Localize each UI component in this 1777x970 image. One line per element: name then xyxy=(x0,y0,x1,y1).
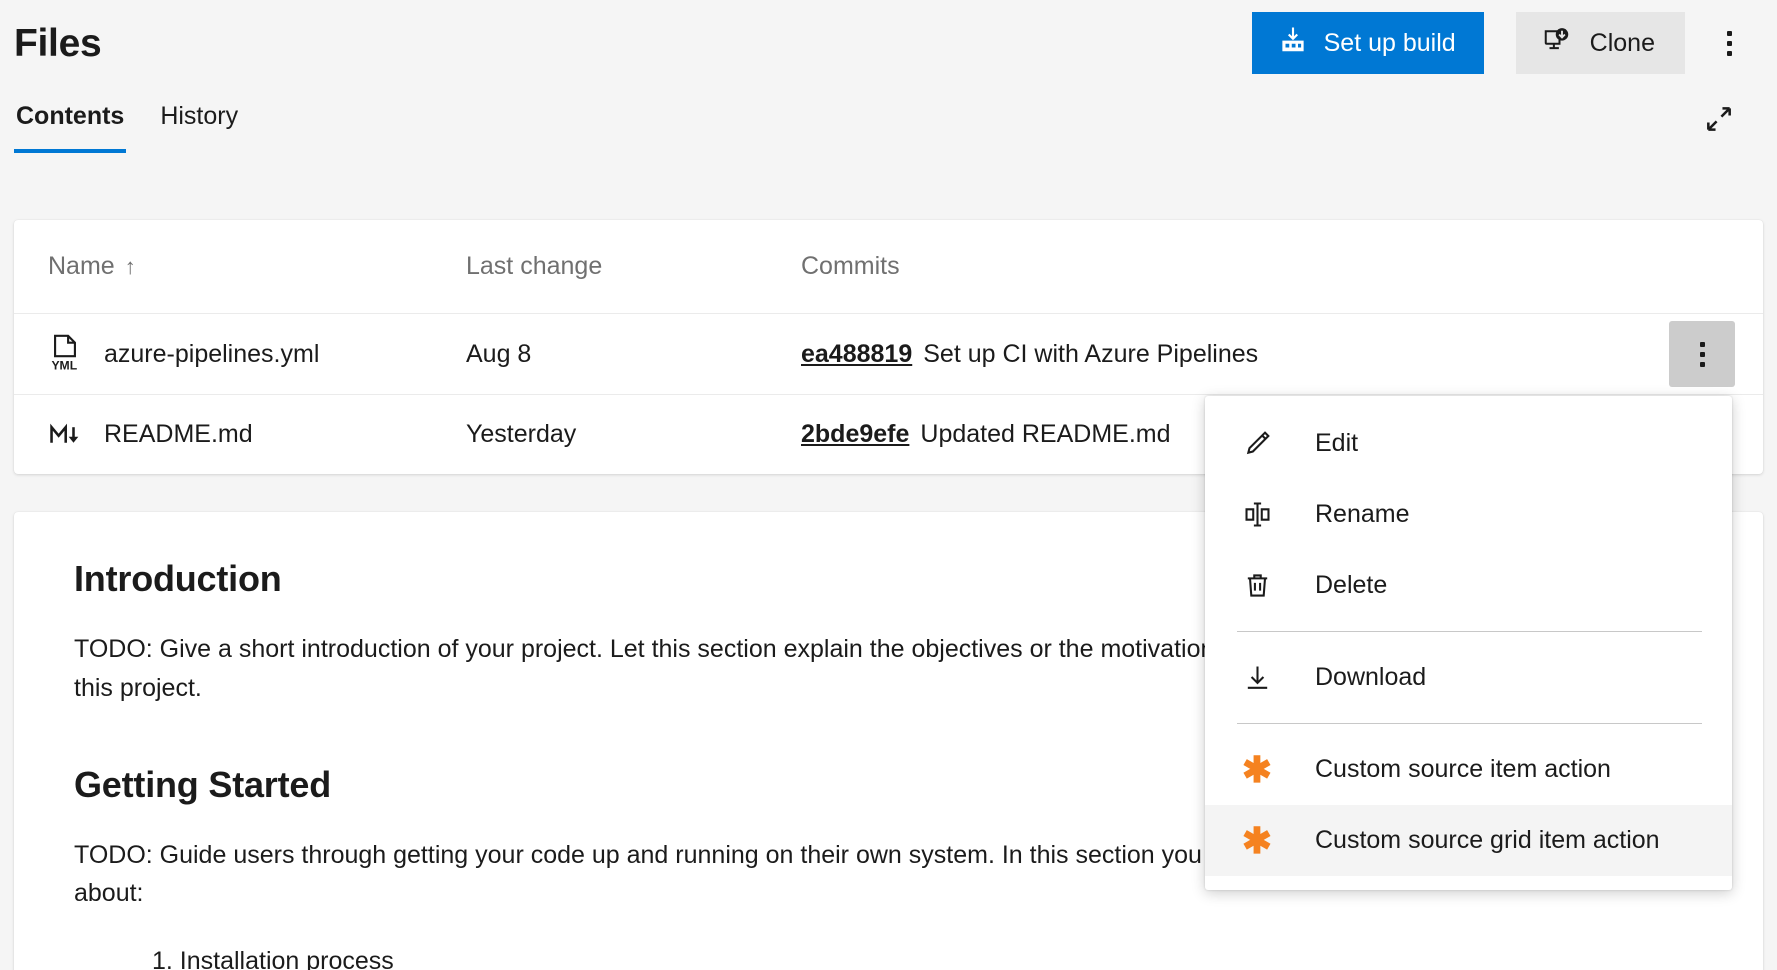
header-actions: Set up build Clone xyxy=(1252,12,1759,74)
tab-contents-label: Contents xyxy=(16,102,124,130)
page-header: Files Set up build xyxy=(0,0,1777,86)
markdown-file-icon xyxy=(48,415,82,455)
readme-ordered-list: 1. Installation process xyxy=(74,943,1703,970)
menu-item-download-label: Download xyxy=(1315,663,1426,692)
menu-item-delete-label: Delete xyxy=(1315,571,1387,600)
file-name-cell[interactable]: YML azure-pipelines.yml xyxy=(48,334,466,374)
column-header-commits[interactable]: Commits xyxy=(801,252,1729,281)
column-header-last-change[interactable]: Last change xyxy=(466,252,801,281)
commit-message: Updated README.md xyxy=(920,420,1170,449)
menu-item-edit[interactable]: Edit xyxy=(1205,408,1732,479)
file-commit-cell: ea488819 Set up CI with Azure Pipelines xyxy=(801,340,1729,369)
table-row[interactable]: YML azure-pipelines.yml Aug 8 ea488819 S… xyxy=(14,314,1763,394)
trash-icon xyxy=(1237,570,1277,601)
setup-build-label: Set up build xyxy=(1324,29,1456,58)
menu-item-custom-source-grid-item-action[interactable]: ✱ Custom source grid item action xyxy=(1205,805,1732,876)
file-name-label: README.md xyxy=(104,420,253,449)
tab-history[interactable]: History xyxy=(158,96,240,153)
header-more-actions-button[interactable] xyxy=(1703,14,1755,72)
menu-item-rename[interactable]: Rename xyxy=(1205,479,1732,550)
list-item: 1. Installation process xyxy=(152,943,1703,970)
column-header-last-change-label: Last change xyxy=(466,252,602,281)
menu-item-edit-label: Edit xyxy=(1315,429,1358,458)
readme-paragraph-getting-started: TODO: Guide users through getting your c… xyxy=(74,836,1314,914)
menu-item-download[interactable]: Download xyxy=(1205,642,1732,713)
sort-ascending-icon: ↑ xyxy=(125,256,136,278)
tabs-bar: Contents History xyxy=(0,86,1777,172)
asterisk-icon: ✱ xyxy=(1237,752,1277,788)
expand-view-button[interactable] xyxy=(1691,92,1747,148)
setup-build-button[interactable]: Set up build xyxy=(1252,12,1484,74)
download-arrow-icon xyxy=(1237,662,1277,693)
tab-contents[interactable]: Contents xyxy=(14,96,126,153)
column-header-name[interactable]: Name ↑ xyxy=(48,252,466,281)
commit-hash-link[interactable]: 2bde9efe xyxy=(801,420,909,449)
yml-file-icon: YML xyxy=(48,334,82,374)
commit-hash-link[interactable]: ea488819 xyxy=(801,340,912,369)
clone-label: Clone xyxy=(1590,29,1655,58)
expand-diagonal-icon xyxy=(1703,103,1735,138)
row-more-actions-button[interactable] xyxy=(1669,321,1735,387)
svg-text:YML: YML xyxy=(51,359,77,373)
readme-paragraph-introduction: TODO: Give a short introduction of your … xyxy=(74,630,1314,708)
pencil-icon xyxy=(1237,428,1277,459)
row-context-menu: Edit Rename Delete xyxy=(1205,396,1732,890)
commit-message: Set up CI with Azure Pipelines xyxy=(923,340,1258,369)
clone-button[interactable]: Clone xyxy=(1516,12,1685,74)
asterisk-icon: ✱ xyxy=(1237,823,1277,859)
files-table-header: Name ↑ Last change Commits xyxy=(14,220,1763,314)
tab-list: Contents History xyxy=(14,86,240,153)
file-name-label: azure-pipelines.yml xyxy=(104,340,319,369)
menu-item-custom-source-grid-item-action-label: Custom source grid item action xyxy=(1315,826,1660,855)
rename-icon xyxy=(1237,499,1277,530)
menu-separator xyxy=(1237,631,1702,632)
tab-history-label: History xyxy=(160,102,238,130)
monitor-download-icon xyxy=(1542,25,1572,62)
kebab-menu-icon xyxy=(1700,342,1705,367)
menu-separator xyxy=(1237,723,1702,724)
kebab-menu-icon xyxy=(1727,31,1732,56)
file-last-change: Aug 8 xyxy=(466,340,801,369)
menu-item-rename-label: Rename xyxy=(1315,500,1410,529)
build-download-icon xyxy=(1278,25,1308,62)
column-header-name-label: Name xyxy=(48,252,115,281)
column-header-commits-label: Commits xyxy=(801,252,900,281)
file-last-change: Yesterday xyxy=(466,420,801,449)
file-name-cell[interactable]: README.md xyxy=(48,415,466,455)
menu-item-custom-source-item-action-label: Custom source item action xyxy=(1315,755,1611,784)
menu-item-delete[interactable]: Delete xyxy=(1205,550,1732,621)
menu-item-custom-source-item-action[interactable]: ✱ Custom source item action xyxy=(1205,734,1732,805)
page-title: Files xyxy=(14,24,101,63)
